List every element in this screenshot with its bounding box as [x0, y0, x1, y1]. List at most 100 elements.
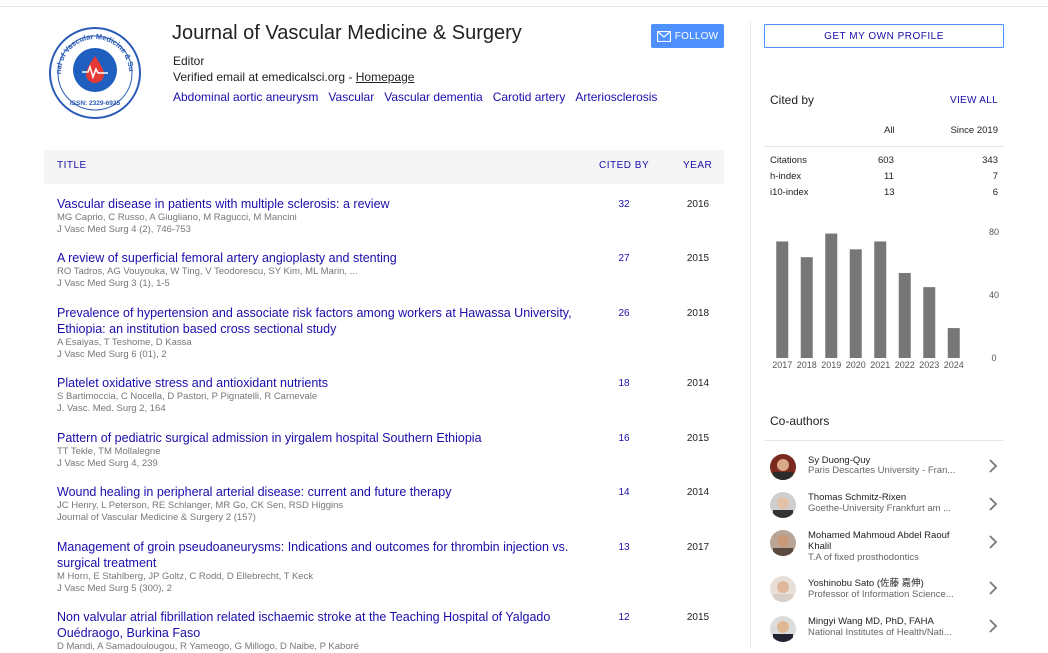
article-title[interactable]: Management of groin pseudoaneurysms: Ind… — [57, 539, 597, 571]
email-text: Verified email at emedicalsci.org - — [173, 70, 356, 84]
article-title[interactable]: Pattern of pediatric surgical admission … — [57, 430, 597, 446]
x-tick-label: 2019 — [821, 360, 841, 370]
get-my-own-profile-button[interactable]: GET MY OWN PROFILE — [764, 24, 1004, 48]
article-cited-by[interactable]: 13 — [604, 542, 644, 553]
article-cited-by[interactable]: 32 — [604, 199, 644, 210]
article-year: 2015 — [686, 433, 710, 444]
avatar — [770, 616, 796, 642]
interest-link[interactable]: Vascular dementia — [384, 90, 483, 104]
view-all-link[interactable]: VIEW ALL — [950, 95, 998, 106]
article-year: 2015 — [686, 253, 710, 264]
stat-since: 6 — [992, 187, 998, 198]
header-all: All — [884, 125, 895, 136]
stat-label[interactable]: h-index — [770, 171, 801, 182]
chart-bar-2024[interactable] — [947, 328, 960, 358]
citation-stats-row: Citations 603 343 — [764, 153, 1004, 169]
coauthor-affiliation: T.A of fixed prosthodontics — [808, 552, 919, 563]
avatar — [770, 576, 796, 602]
stat-all: 13 — [884, 187, 895, 198]
coauthor-affiliation: Goethe-University Frankfurt am ... — [808, 503, 952, 514]
interest-link[interactable]: Carotid artery — [493, 90, 566, 104]
citation-stats-header: All Since 2019 — [764, 118, 1004, 147]
coauthors-divider — [764, 440, 1004, 441]
avatar — [770, 530, 796, 556]
article-cited-by[interactable]: 27 — [604, 253, 644, 264]
chevron-right-icon — [989, 581, 998, 595]
x-tick-label: 2017 — [772, 360, 792, 370]
profile-logo: Journal of Vascular Medicine & Surgery I… — [46, 19, 142, 120]
chart-bar-2022[interactable] — [898, 272, 911, 358]
interests-list: Abdominal aortic aneurysm Vascular Vascula… — [173, 90, 667, 104]
article-year: 2015 — [686, 612, 710, 623]
sort-title[interactable]: TITLE — [57, 160, 87, 171]
article-authors: M Horn, E Stahlberg, JP Goltz, C Rodd, D… — [57, 571, 314, 582]
article-title[interactable]: Non valvular atrial fibrillation related… — [57, 609, 597, 641]
x-tick-label: 2021 — [870, 360, 890, 370]
stat-all: 603 — [878, 155, 894, 166]
chart-bar-2017[interactable] — [776, 241, 789, 358]
mail-icon — [656, 30, 671, 42]
chart-bar-2021[interactable] — [874, 241, 887, 358]
chart-bar-2018[interactable] — [800, 257, 813, 358]
citations-bar-chart: 2017 2018 2019 2020 2021 2022 2023 2024 80 40 0 — [772, 227, 999, 370]
article-cited-by[interactable]: 18 — [604, 378, 644, 389]
article-year: 2014 — [686, 487, 710, 498]
article-title[interactable]: Prevalence of hypertension and associate… — [57, 305, 597, 337]
logo-issn: ISSN: 2329-6925 — [70, 100, 121, 107]
sort-cited-by[interactable]: CITED BY — [599, 160, 649, 171]
chevron-right-icon — [989, 497, 998, 511]
interest-link[interactable]: Vascular — [328, 90, 374, 104]
article-title[interactable]: Wound healing in peripheral arterial dis… — [57, 484, 597, 500]
article-journal: J Vasc Med Surg 6 (01), 2 — [57, 349, 167, 360]
x-tick-label: 2018 — [797, 360, 817, 370]
profile-email: Verified email at emedicalsci.org - Home… — [173, 70, 414, 84]
citation-stats-table: All Since 2019 Citations 603 343 h-index… — [764, 118, 1004, 201]
article-journal: J Vasc Med Surg 5 (300), 2 — [57, 583, 172, 594]
article-title[interactable]: Vascular disease in patients with multip… — [57, 196, 597, 212]
article-year: 2016 — [686, 199, 710, 210]
chart-bar-2019[interactable] — [825, 233, 838, 358]
interest-link[interactable]: Abdominal aortic aneurysm — [173, 90, 318, 104]
article-journal: J. Vasc. Med. Surg 2, 164 — [57, 403, 166, 414]
follow-button[interactable]: FOLLOW — [651, 24, 724, 48]
top-border — [0, 6, 1048, 7]
stat-since: 343 — [982, 155, 998, 166]
coauthor-name: Mohamed Mahmoud Abdel Raouf Khalil — [808, 530, 950, 552]
x-tick-label: 2024 — [944, 360, 964, 370]
article-cited-by[interactable]: 12 — [604, 612, 644, 623]
coauthor-name: Mingyi Wang MD, PhD, FAHA — [808, 616, 934, 627]
avatar — [770, 492, 796, 518]
coauthor-affiliation: National Institutes of Health/Nati... — [808, 627, 952, 638]
citations-per-year-chart: 2017 2018 2019 2020 2021 2022 2023 2024 80 40 0 — [764, 222, 1004, 374]
chevron-right-icon — [989, 535, 998, 549]
article-authors: A Esaiyas, T Teshome, D Kassa — [57, 337, 192, 348]
article-authors: MG Caprio, C Russo, A Giugliano, M Raguc… — [57, 212, 297, 223]
article-cited-by[interactable]: 16 — [604, 433, 644, 444]
y-tick-label: 80 — [989, 227, 999, 237]
stat-label[interactable]: i10-index — [770, 187, 809, 198]
coauthor-name: Yoshinobu Sato (佐藤 嘉伸) — [808, 578, 924, 589]
article-title[interactable]: A review of superficial femoral artery a… — [57, 250, 597, 266]
chart-bar-2020[interactable] — [849, 249, 862, 358]
article-cited-by[interactable]: 26 — [604, 308, 644, 319]
article-authors: TT Tekle, TM Mollalegne — [57, 446, 161, 457]
x-tick-label: 2023 — [919, 360, 939, 370]
chart-bar-2023[interactable] — [923, 287, 936, 358]
column-divider — [750, 22, 751, 648]
stat-since: 7 — [992, 171, 998, 182]
article-cited-by[interactable]: 14 — [604, 487, 644, 498]
interest-link[interactable]: Arteriosclerosis — [575, 90, 657, 104]
follow-label: FOLLOW — [674, 30, 719, 42]
article-authors: RO Tadros, AG Vouyouka, W Ting, V Teodor… — [57, 266, 358, 277]
stat-label[interactable]: Citations — [770, 155, 807, 166]
y-tick-label: 40 — [989, 290, 999, 300]
article-year: 2017 — [686, 542, 710, 553]
article-title[interactable]: Platelet oxidative stress and antioxidan… — [57, 375, 597, 391]
homepage-link[interactable]: Homepage — [356, 70, 415, 84]
citation-stats-row: h-index 11 7 — [764, 169, 1004, 185]
article-journal: Journal of Vascular Medicine & Surgery 2… — [57, 512, 256, 523]
coauthor-affiliation: Professor of Information Science... — [808, 589, 954, 600]
article-authors: JC Henry, L Peterson, RE Schlanger, MR G… — [57, 500, 344, 511]
sort-year[interactable]: YEAR — [683, 160, 712, 171]
article-journal: J Vasc Med Surg 4 (2), 746-753 — [57, 224, 191, 235]
